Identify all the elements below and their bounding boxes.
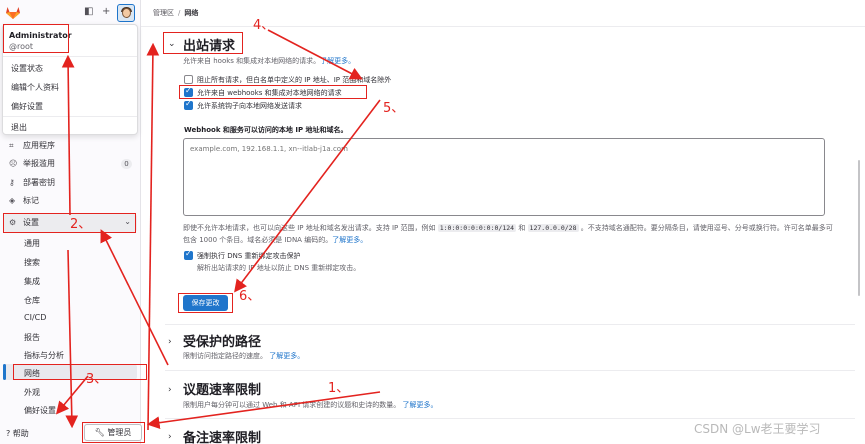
- learn-more-link[interactable]: 了解更多。: [332, 236, 367, 244]
- sidebar-toggle-icon[interactable]: ◧: [84, 6, 93, 18]
- abuse-icon: ☹: [9, 159, 18, 168]
- user-avatar-button[interactable]: [117, 4, 135, 22]
- issues-rate-limits-title[interactable]: 议题速率限制: [183, 379, 261, 398]
- protected-paths-title[interactable]: 受保护的路径: [183, 331, 261, 350]
- sidebar-subitem-integrations[interactable]: 集成: [24, 276, 40, 287]
- checkbox-label: 阻止所有请求，但白名单中定义的 IP 地址、IP 范围和域名除外: [197, 76, 392, 84]
- sidebar-item-label: 标记: [23, 196, 39, 205]
- menu-item-preferences[interactable]: 偏好设置: [11, 101, 43, 112]
- annotation-box-user: [3, 24, 69, 53]
- section-divider: [165, 370, 855, 371]
- protected-paths-desc: 限制访问指定路径的速度。 了解更多。: [183, 351, 304, 361]
- annotation-step-5: 5、: [383, 101, 405, 116]
- menu-item-edit-profile[interactable]: 编辑个人资料: [11, 82, 59, 93]
- annotation-box-outbound: [163, 32, 243, 54]
- sidebar-subitem-search[interactable]: 搜索: [24, 257, 40, 268]
- avatar-icon: [122, 8, 131, 18]
- outbound-section-desc: 允许来自 hooks 和集成对本地网络的请求。了解更多。: [183, 56, 355, 66]
- annotation-step-4: 4、: [253, 18, 275, 33]
- apps-icon: ⌗: [9, 141, 14, 150]
- allow-system-hook-local-requests-checkbox[interactable]: [184, 99, 193, 110]
- dns-rebinding-help: 解析出站请求的 IP 地址以防止 DNS 重新绑定攻击。: [197, 264, 361, 272]
- sidebar-subitem-repository[interactable]: 仓库: [24, 295, 40, 306]
- active-item-indicator: [3, 364, 6, 380]
- sidebar-item-abuse-reports[interactable]: ☹ 举报滥用: [9, 159, 55, 169]
- arrow-step-4: [267, 29, 363, 80]
- breadcrumb-parent[interactable]: 管理区: [153, 9, 174, 17]
- outbound-desc-text: 允许来自 hooks 和集成对本地网络的请求。: [183, 57, 321, 65]
- checkbox-label: 允许系统钩子向本地网络发送请求: [197, 102, 302, 110]
- sidebar-item-label: 部署密钥: [23, 178, 55, 187]
- breadcrumb-separator: /: [178, 9, 181, 17]
- notes-rate-limits-title[interactable]: 备注速率限制: [183, 427, 261, 444]
- gitlab-logo-icon[interactable]: [5, 4, 21, 20]
- annotation-box-webhook-checkbox: [179, 85, 367, 99]
- arrow-to-outbound: [146, 42, 160, 431]
- annotation-step-6: 6、: [239, 289, 261, 304]
- block-all-requests-checkbox[interactable]: [184, 75, 193, 84]
- code-sample: 127.0.0.0/28: [527, 224, 579, 232]
- watermark: CSDN @Lw老王要学习: [694, 422, 821, 436]
- learn-more-link[interactable]: 了解更多。: [269, 352, 304, 360]
- learn-more-link[interactable]: 了解更多。: [320, 57, 355, 65]
- sidebar-subitem-cicd[interactable]: CI/CD: [24, 313, 46, 322]
- section-divider: [165, 418, 855, 419]
- create-new-icon[interactable]: +: [102, 6, 110, 18]
- annotation-box-network: [13, 364, 147, 380]
- sidebar-item-label: 应用程序: [23, 141, 55, 150]
- section-expand-icon[interactable]: ›: [168, 432, 172, 442]
- learn-more-link[interactable]: 了解更多。: [402, 401, 437, 409]
- code-sample: 1:0:0:0:0:0:0:0/124: [437, 224, 517, 232]
- help-text-part: 和: [518, 224, 526, 232]
- allowlist-label: Webhook 和服务可以访问的本地 IP 地址和域名。: [184, 126, 348, 134]
- annotation-step-3: 3、: [86, 372, 108, 387]
- dns-rebinding-checkbox[interactable]: [184, 249, 193, 260]
- menu-item-set-status[interactable]: 设置状态: [11, 63, 43, 74]
- menu-item-sign-out[interactable]: 退出: [11, 122, 27, 133]
- sidebar-item-deploy-keys[interactable]: ⚷ 部署密钥: [9, 178, 55, 188]
- desc-text: 限制用户每分钟可以通过 Web 和 API 请求创建的议题和史诗的数量。: [183, 401, 401, 409]
- sidebar-item-label: 举报滥用: [23, 159, 55, 168]
- annotation-box-admin: [82, 422, 145, 443]
- label-icon: ◈: [9, 196, 16, 205]
- dropdown-divider: [3, 56, 137, 57]
- desc-text: 限制访问指定路径的速度。: [183, 352, 267, 360]
- sidebar-subitem-metrics[interactable]: 指标与分析: [24, 350, 64, 361]
- allowlist-help-text: 即使不允许本地请求，也可以向这些 IP 地址和域名发出请求。支持 IP 范围，例…: [183, 222, 833, 246]
- breadcrumb: 管理区 / 网络: [153, 8, 198, 18]
- key-icon: ⚷: [9, 178, 15, 187]
- sidebar-subitem-preferences[interactable]: 偏好设置: [24, 405, 56, 416]
- sidebar-subitem-reporting[interactable]: 报告: [24, 332, 40, 343]
- sidebar-subitem-general[interactable]: 通用: [24, 238, 40, 249]
- issues-rate-limits-desc: 限制用户每分钟可以通过 Web 和 API 请求创建的议题和史诗的数量。 了解更…: [183, 400, 437, 410]
- annotation-step-1: 1、: [328, 381, 350, 396]
- dropdown-divider: [3, 116, 137, 117]
- help-link[interactable]: ? 帮助: [6, 428, 29, 439]
- header-divider: [141, 26, 865, 27]
- section-expand-icon[interactable]: ›: [168, 385, 172, 395]
- section-expand-icon[interactable]: ›: [168, 337, 172, 347]
- help-icon: ?: [6, 429, 11, 438]
- section-divider: [165, 324, 855, 325]
- page-scrollbar[interactable]: [858, 160, 860, 296]
- sidebar-item-applications[interactable]: ⌗ 应用程序: [9, 141, 55, 151]
- sidebar-topbar: ◧ +: [0, 0, 141, 26]
- allowlist-textarea[interactable]: [183, 138, 825, 216]
- sidebar-subitem-appearance[interactable]: 外观: [24, 387, 40, 398]
- annotation-box-save: [178, 293, 233, 313]
- breadcrumb-current: 网络: [184, 9, 199, 17]
- help-label: 帮助: [12, 429, 29, 438]
- dns-rebinding-label: 强制执行 DNS 重新绑定攻击保护: [197, 252, 301, 260]
- help-text-part: 即使不允许本地请求，也可以向这些 IP 地址和域名发出请求。支持 IP 范围，例…: [183, 224, 436, 232]
- abuse-count-badge: 0: [121, 159, 132, 169]
- annotation-step-2: 2、: [70, 217, 92, 232]
- sidebar-item-labels[interactable]: ◈ 标记: [9, 196, 39, 206]
